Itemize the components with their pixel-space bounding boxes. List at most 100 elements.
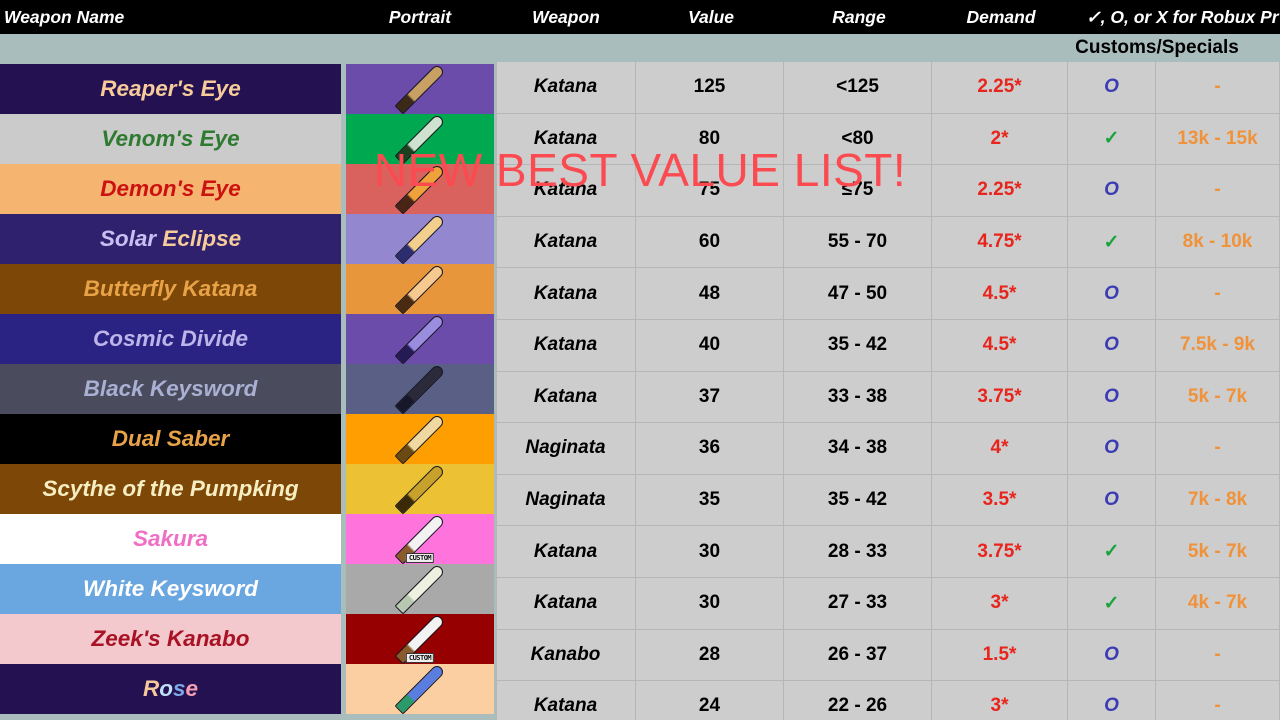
header-demand: Demand: [966, 7, 1036, 27]
custom-badge: CUSTOM: [405, 553, 435, 563]
cell-value: 30: [636, 526, 784, 577]
cell-demand: 2.25*: [932, 165, 1068, 216]
cell-weapon-type: Katana: [496, 371, 636, 423]
cell-robux-mark: ✓: [1068, 526, 1156, 577]
cell-demand: 3*: [932, 681, 1068, 720]
weapon-name-cell: Cosmic Divide: [0, 314, 341, 364]
cell-weapon-type: Katana: [496, 216, 636, 268]
cell-value: 24: [636, 681, 784, 720]
cell-customs-specials: -: [1156, 165, 1280, 216]
weapon-sprite-icon: [394, 564, 446, 614]
cell-demand: 1.5*: [932, 629, 1068, 681]
header-weapon-name: Weapon Name: [4, 7, 125, 27]
weapon-name-cell: Venom's Eye: [0, 114, 341, 164]
cell-weapon-type: Katana: [496, 165, 636, 216]
cell-range: 27 - 33: [784, 577, 932, 629]
table-row: Katana 30 27 - 33 3* ✓ 4k - 7k: [496, 577, 1280, 630]
cell-range: 22 - 26: [784, 681, 932, 720]
weapon-name-cell: Black Keysword: [0, 364, 341, 414]
table-row: Katana 30 28 - 33 3.75* ✓ 5k - 7k: [496, 526, 1280, 578]
cell-weapon-type: Katana: [496, 268, 636, 319]
cell-customs-specials: 8k - 10k: [1156, 216, 1280, 268]
header-range: Range: [832, 7, 886, 27]
weapon-sprite-icon: [394, 64, 446, 114]
cell-robux-mark: O: [1068, 268, 1156, 319]
portrait-cell: [346, 264, 494, 314]
header-portrait: Portrait: [388, 7, 452, 27]
cell-weapon-type: Kanabo: [496, 629, 636, 681]
subheader-customs-specials: Customs/Specials: [1075, 37, 1239, 58]
table-row: Naginata 35 35 - 42 3.5* O 7k - 8k: [496, 474, 1280, 527]
cell-range: 35 - 42: [784, 319, 932, 371]
cell-robux-mark: O: [1068, 474, 1156, 526]
cell-robux-mark: ✓: [1068, 577, 1156, 629]
cell-robux-mark: ✓: [1068, 113, 1156, 165]
cell-range: 55 - 70: [784, 216, 932, 268]
portrait-cell: [346, 64, 494, 114]
cell-range: 28 - 33: [784, 526, 932, 577]
portrait-cell: [346, 214, 494, 264]
portrait-cell: [346, 464, 494, 514]
cell-value: 75: [636, 165, 784, 216]
cell-value: 35: [636, 474, 784, 526]
header-weapon: Weapon: [532, 7, 600, 27]
cell-customs-specials: 7.5k - 9k: [1156, 319, 1280, 371]
table-row: Katana 40 35 - 42 4.5* O 7.5k - 9k: [496, 319, 1280, 372]
table-row: Katana 75 ≤75 2.25* O -: [496, 165, 1280, 217]
cell-robux-mark: O: [1068, 62, 1156, 113]
table-row: Kanabo 28 26 - 37 1.5* O -: [496, 629, 1280, 682]
cell-value: 28: [636, 629, 784, 681]
portrait-column: CUSTOM CUSTOM: [346, 64, 494, 714]
cell-range: <125: [784, 62, 932, 113]
cell-range: ≤75: [784, 165, 932, 216]
cell-weapon-type: Naginata: [496, 423, 636, 474]
cell-range: <80: [784, 113, 932, 165]
cell-customs-specials: 7k - 8k: [1156, 474, 1280, 526]
table-header-row: Weapon Name Portrait Weapon Value Range …: [0, 0, 1280, 34]
portrait-cell: [346, 114, 494, 164]
cell-value: 48: [636, 268, 784, 319]
weapon-sprite-icon: [394, 314, 446, 364]
header-value: Value: [687, 7, 735, 27]
cell-weapon-type: Katana: [496, 577, 636, 629]
table-subheader-row: Customs/Specials: [0, 34, 1280, 62]
weapon-name-cell: Reaper's Eye: [0, 64, 341, 114]
cell-range: 26 - 37: [784, 629, 932, 681]
weapon-sprite-icon: [394, 214, 446, 264]
cell-value: 40: [636, 319, 784, 371]
cell-demand: 2.25*: [932, 62, 1068, 113]
table-row: Katana 80 <80 2* ✓ 13k - 15k: [496, 113, 1280, 166]
data-grid: Katana 125 <125 2.25* O - Katana 80 <80 2* ✓ 13k - …: [496, 62, 1280, 720]
weapon-name-segment: o: [159, 676, 173, 701]
cell-weapon-type: Katana: [496, 319, 636, 371]
cell-customs-specials: 5k - 7k: [1156, 526, 1280, 577]
cell-customs-specials: 5k - 7k: [1156, 371, 1280, 423]
weapon-name-segment: s: [172, 676, 186, 701]
portrait-cell: [346, 564, 494, 614]
weapon-sprite-icon: [394, 164, 446, 214]
weapon-name-cell: Sakura: [0, 514, 341, 564]
portrait-cell: [346, 414, 494, 464]
weapon-name-cell: Solar Eclipse: [0, 214, 341, 264]
custom-badge: CUSTOM: [405, 653, 435, 663]
weapon-name-cell: Butterfly Katana: [0, 264, 341, 314]
cell-range: 33 - 38: [784, 371, 932, 423]
cell-weapon-type: Katana: [496, 681, 636, 720]
cell-range: 34 - 38: [784, 423, 932, 474]
cell-range: 35 - 42: [784, 474, 932, 526]
cell-customs-specials: 13k - 15k: [1156, 113, 1280, 165]
weapon-sprite-icon: [394, 464, 446, 514]
portrait-cell: CUSTOM: [346, 514, 494, 564]
spreadsheet-sheet: Weapon Name Portrait Weapon Value Range …: [0, 0, 1280, 720]
cell-customs-specials: -: [1156, 423, 1280, 474]
weapon-name-cell: Scythe of the Pumpking: [0, 464, 341, 514]
cell-weapon-type: Naginata: [496, 474, 636, 526]
cell-weapon-type: Katana: [496, 62, 636, 113]
cell-value: 36: [636, 423, 784, 474]
weapon-name-cell: White Keysword: [0, 564, 341, 614]
cell-customs-specials: 4k - 7k: [1156, 577, 1280, 629]
portrait-cell: [346, 164, 494, 214]
weapon-name-column: Reaper's Eye Venom's Eye Demon's Eye Solar …: [0, 64, 341, 714]
cell-robux-mark: O: [1068, 681, 1156, 720]
cell-demand: 3*: [932, 577, 1068, 629]
